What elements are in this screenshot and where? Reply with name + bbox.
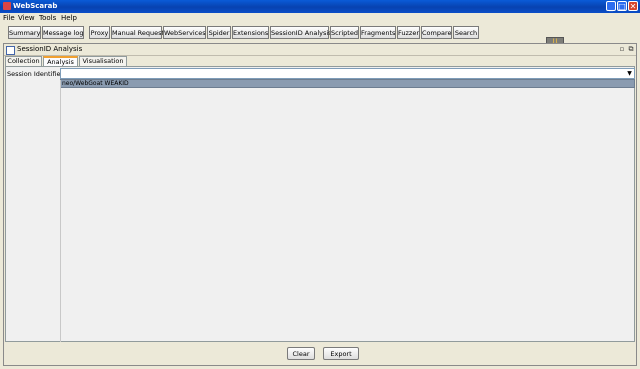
minimize-icon[interactable]: _ [606, 1, 616, 11]
left-column-divider [6, 80, 61, 342]
menu-view[interactable]: View [18, 14, 35, 22]
bottom-button-bar: Clear Export [4, 343, 636, 365]
toolbar-proxy-button[interactable]: Proxy [89, 26, 110, 39]
toolbar-fragments-button[interactable]: Fragments [360, 26, 396, 39]
menu-tools[interactable]: Tools [39, 14, 56, 22]
toolbar-scripted-button[interactable]: Scripted [330, 26, 359, 39]
window-title-bar: WebScarab _ □ ✕ [0, 0, 640, 13]
tab-visualisation[interactable]: Visualisation [79, 56, 127, 66]
frame-title-bar: SessionID Analysis ▫ ⧉ [4, 44, 636, 56]
toolbar-message-log-button[interactable]: Message log [42, 26, 84, 39]
frame-title: SessionID Analysis [17, 45, 83, 53]
toolbar-extensions-button[interactable]: Extensions [232, 26, 269, 39]
frame-restore-icon[interactable]: ▫ [618, 45, 626, 53]
toolbar-webservices-button[interactable]: WebServices [163, 26, 206, 39]
toolbar-search-button[interactable]: Search [453, 26, 479, 39]
session-identifier-label: Session Identifier : [7, 70, 68, 78]
tab-analysis[interactable]: Analysis [43, 56, 78, 66]
window-title: WebScarab [13, 2, 58, 10]
close-icon[interactable]: ✕ [628, 1, 638, 11]
toolbar-spider-button[interactable]: Spider [207, 26, 231, 39]
toolbar-summary-button[interactable]: Summary [8, 26, 41, 39]
sessionid-analysis-frame: SessionID Analysis ▫ ⧉ Collection Analys… [3, 43, 637, 366]
chevron-down-icon[interactable]: ▼ [625, 69, 634, 78]
clear-button[interactable]: Clear [287, 347, 315, 360]
analysis-panel: Session Identifier : ▼ neo/WebGoat WEAKI… [5, 66, 635, 342]
menu-help[interactable]: Help [61, 14, 77, 22]
menu-file[interactable]: File [3, 14, 15, 22]
toolbar-manual-request-button[interactable]: Manual Request [111, 26, 164, 39]
app-icon [3, 2, 11, 10]
session-option-item[interactable]: neo/WebGoat WEAKID [60, 79, 635, 88]
frame-icon [6, 46, 15, 55]
toolbar-compare-button[interactable]: Compare [421, 26, 452, 39]
toolbar-fuzzer-button[interactable]: Fuzzer [397, 26, 420, 39]
menu-bar: File View Tools Help [0, 13, 640, 24]
export-button[interactable]: Export [323, 347, 359, 360]
main-toolbar: Summary Message log Proxy Manual Request… [0, 24, 640, 42]
maximize-icon[interactable]: □ [617, 1, 627, 11]
toolbar-sessionid-analysis-button[interactable]: SessionID Analysis [270, 26, 332, 39]
frame-popout-icon[interactable]: ⧉ [627, 45, 635, 53]
tab-collection[interactable]: Collection [5, 56, 42, 66]
session-identifier-combo[interactable]: ▼ [60, 68, 635, 79]
